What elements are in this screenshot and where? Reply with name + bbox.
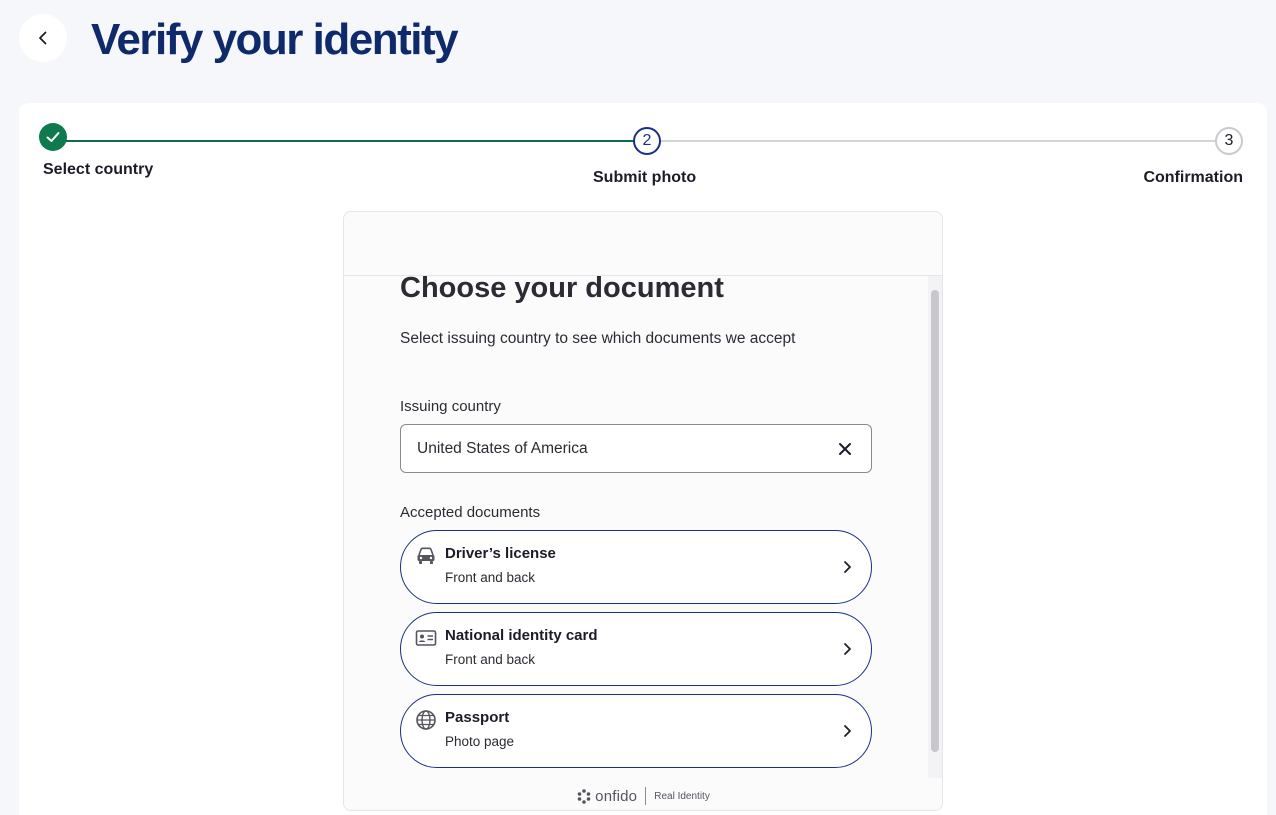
verify-identity-page: Verify your identity Select country 2 Su… bbox=[0, 0, 1276, 815]
id-card-icon bbox=[415, 630, 437, 646]
document-subtitle: Select issuing country to see which docu… bbox=[400, 330, 796, 347]
checkmark-icon bbox=[46, 132, 60, 142]
car-icon bbox=[417, 547, 435, 564]
onfido-logo: onfido bbox=[576, 788, 637, 805]
step-3-label: Confirmation bbox=[1143, 169, 1243, 186]
option-subtitle: Front and back bbox=[445, 570, 536, 585]
powered-by-footer: onfido Real Identity bbox=[344, 784, 942, 808]
sdk-header-bar bbox=[344, 212, 942, 276]
chevron-right-icon bbox=[844, 561, 851, 573]
back-button[interactable] bbox=[19, 14, 67, 62]
option-title: Passport bbox=[445, 709, 510, 726]
step-1-complete bbox=[39, 123, 67, 151]
step-3-upcoming: 3 bbox=[1215, 127, 1243, 155]
document-sdk-panel: Choose your document Select issuing coun… bbox=[343, 211, 943, 811]
onfido-mark-icon bbox=[577, 789, 591, 804]
clear-country-button[interactable] bbox=[835, 439, 855, 459]
brand-tagline: Real Identity bbox=[654, 790, 710, 802]
option-title: National identity card bbox=[445, 627, 598, 644]
country-field[interactable] bbox=[400, 424, 872, 473]
step-2-current: 2 bbox=[633, 127, 661, 155]
step-2-label: Submit photo bbox=[593, 169, 697, 186]
close-icon bbox=[839, 442, 851, 455]
globe-icon bbox=[416, 710, 436, 730]
option-title: Driver’s license bbox=[445, 545, 556, 562]
brand-divider bbox=[645, 787, 647, 805]
national-id-option[interactable]: National identity card Front and back bbox=[400, 612, 872, 686]
stepper-remaining-line bbox=[647, 140, 1229, 142]
country-input[interactable] bbox=[417, 439, 835, 458]
country-field-label: Issuing country bbox=[400, 398, 501, 415]
passport-option[interactable]: Passport Photo page bbox=[400, 694, 872, 768]
chevron-left-icon bbox=[39, 31, 47, 45]
option-subtitle: Photo page bbox=[445, 734, 515, 749]
option-subtitle: Front and back bbox=[445, 652, 536, 667]
scrollbar-thumb[interactable] bbox=[931, 290, 939, 752]
brand-name: onfido bbox=[595, 787, 638, 805]
chevron-right-icon bbox=[844, 643, 851, 655]
chevron-right-icon bbox=[844, 725, 851, 737]
document-title: Choose your document bbox=[400, 272, 724, 304]
page-title: Verify your identity bbox=[91, 15, 459, 64]
accepted-documents-label: Accepted documents bbox=[400, 504, 541, 521]
step-1-label: Select country bbox=[43, 161, 154, 178]
drivers-license-option[interactable]: Driver’s license Front and back bbox=[400, 530, 872, 604]
stepper-progress-line bbox=[53, 140, 647, 142]
